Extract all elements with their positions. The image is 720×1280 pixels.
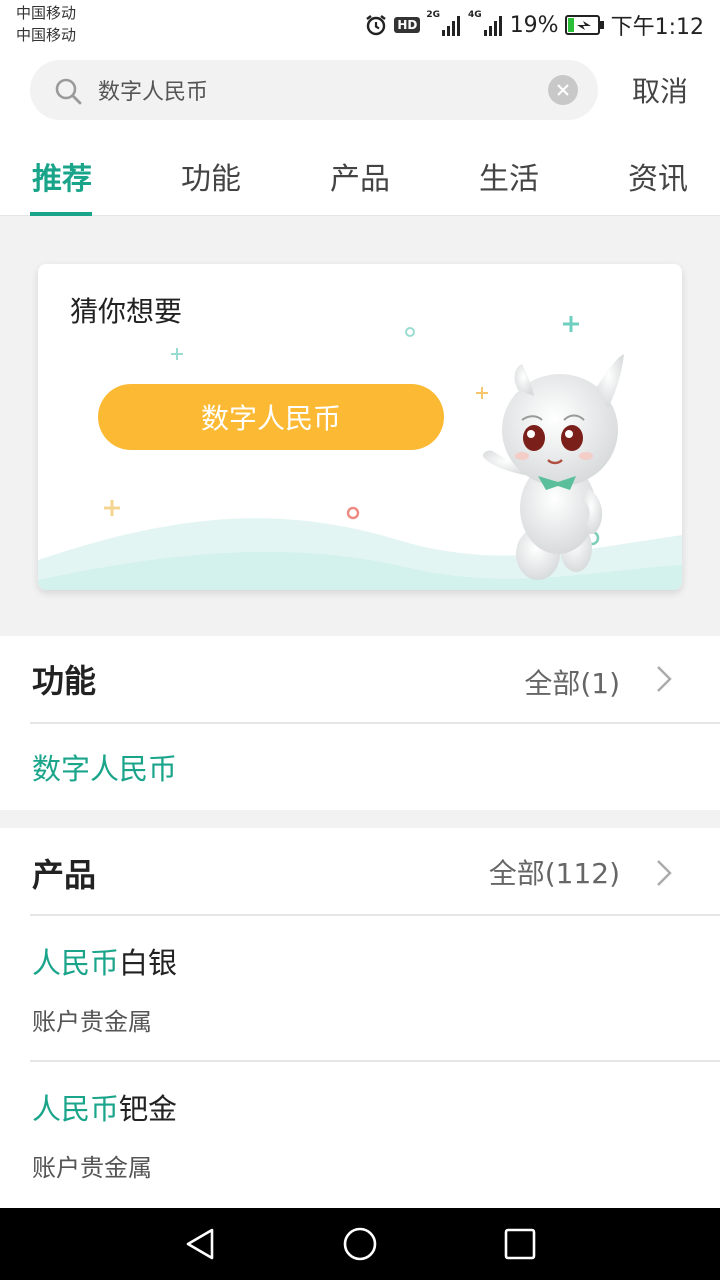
active-tab-indicator <box>30 212 92 216</box>
search-input[interactable] <box>98 60 538 120</box>
feature-section: 功能 全部(1) 数字人民币 <box>0 636 720 810</box>
sparkle-icon <box>104 500 120 516</box>
tab-news[interactable]: 资讯 <box>628 154 688 198</box>
product-title-rest: 钯金 <box>119 1092 178 1126</box>
view-all-link[interactable]: 全部(1) <box>524 662 620 702</box>
chevron-right-icon[interactable] <box>654 664 674 694</box>
divider <box>30 914 720 916</box>
divider <box>30 722 720 724</box>
product-title-highlight: 人民币 <box>32 946 120 980</box>
chevron-right-icon[interactable] <box>654 858 674 888</box>
clear-button[interactable] <box>548 75 578 105</box>
signal-icon <box>483 14 504 36</box>
network-type: 4G <box>468 10 482 20</box>
product-section: 产品 全部(112) 人民币白银 账户贵金属 人民币钯金 账户贵金属 <box>0 828 720 1208</box>
divider <box>30 1060 720 1062</box>
sparkle-icon <box>563 316 579 332</box>
carrier-label: 中国移动 <box>16 26 77 44</box>
suggestion-card: 猜你想要 数字人民币 <box>38 264 682 590</box>
recents-icon[interactable] <box>502 1226 538 1262</box>
clock: 下午1:12 <box>610 15 704 40</box>
hd-badge: HD <box>394 17 421 33</box>
product-section-header[interactable]: 产品 全部(112) <box>0 828 720 916</box>
alarm-icon <box>364 13 388 37</box>
circle-decoration-icon <box>346 506 360 520</box>
status-icons: HD 2G 4G 19% 下午1:12 <box>364 8 704 42</box>
tab-products[interactable]: 产品 <box>330 154 390 198</box>
product-title: 人民币白银 <box>32 940 177 982</box>
category-tabs: 推荐 功能 产品 生活 资讯 <box>0 134 720 216</box>
battery-percent: 19% <box>509 12 559 38</box>
cancel-button[interactable]: 取消 <box>632 70 688 110</box>
suggestion-button[interactable]: 数字人民币 <box>98 384 444 450</box>
product-subtitle: 账户贵金属 <box>32 1008 152 1036</box>
card-title: 猜你想要 <box>70 295 183 328</box>
back-icon[interactable] <box>182 1226 218 1262</box>
product-title-rest: 白银 <box>119 946 178 980</box>
product-subtitle: 账户贵金属 <box>32 1154 152 1182</box>
mascot-illustration <box>482 354 624 580</box>
home-icon[interactable] <box>342 1226 378 1262</box>
product-title-highlight: 人民币 <box>32 1092 120 1126</box>
feature-section-header[interactable]: 功能 全部(1) <box>0 636 720 724</box>
product-title: 人民币钯金 <box>32 1086 177 1128</box>
feature-result-item[interactable]: 数字人民币 <box>32 746 177 788</box>
network-type: 2G <box>426 10 441 20</box>
tab-features[interactable]: 功能 <box>181 154 241 198</box>
view-all-link[interactable]: 全部(112) <box>489 852 620 892</box>
tab-life[interactable]: 生活 <box>479 154 539 198</box>
carrier-label: 中国移动 <box>16 4 77 22</box>
battery-charging-icon <box>564 14 605 36</box>
section-title: 功能 <box>32 662 97 700</box>
sparkle-icon <box>171 348 183 360</box>
clear-icon <box>557 84 569 96</box>
system-nav-bar <box>0 1208 720 1280</box>
signal-icon <box>442 14 462 36</box>
section-title: 产品 <box>32 856 97 894</box>
search-header: 取消 <box>0 50 720 134</box>
tab-recommend[interactable]: 推荐 <box>32 154 92 198</box>
search-bar[interactable] <box>30 60 598 120</box>
search-icon <box>55 78 82 105</box>
circle-decoration-icon <box>405 327 415 337</box>
status-bar: 中国移动 中国移动 HD 2G 4G 19% 下午1:12 <box>0 0 720 50</box>
